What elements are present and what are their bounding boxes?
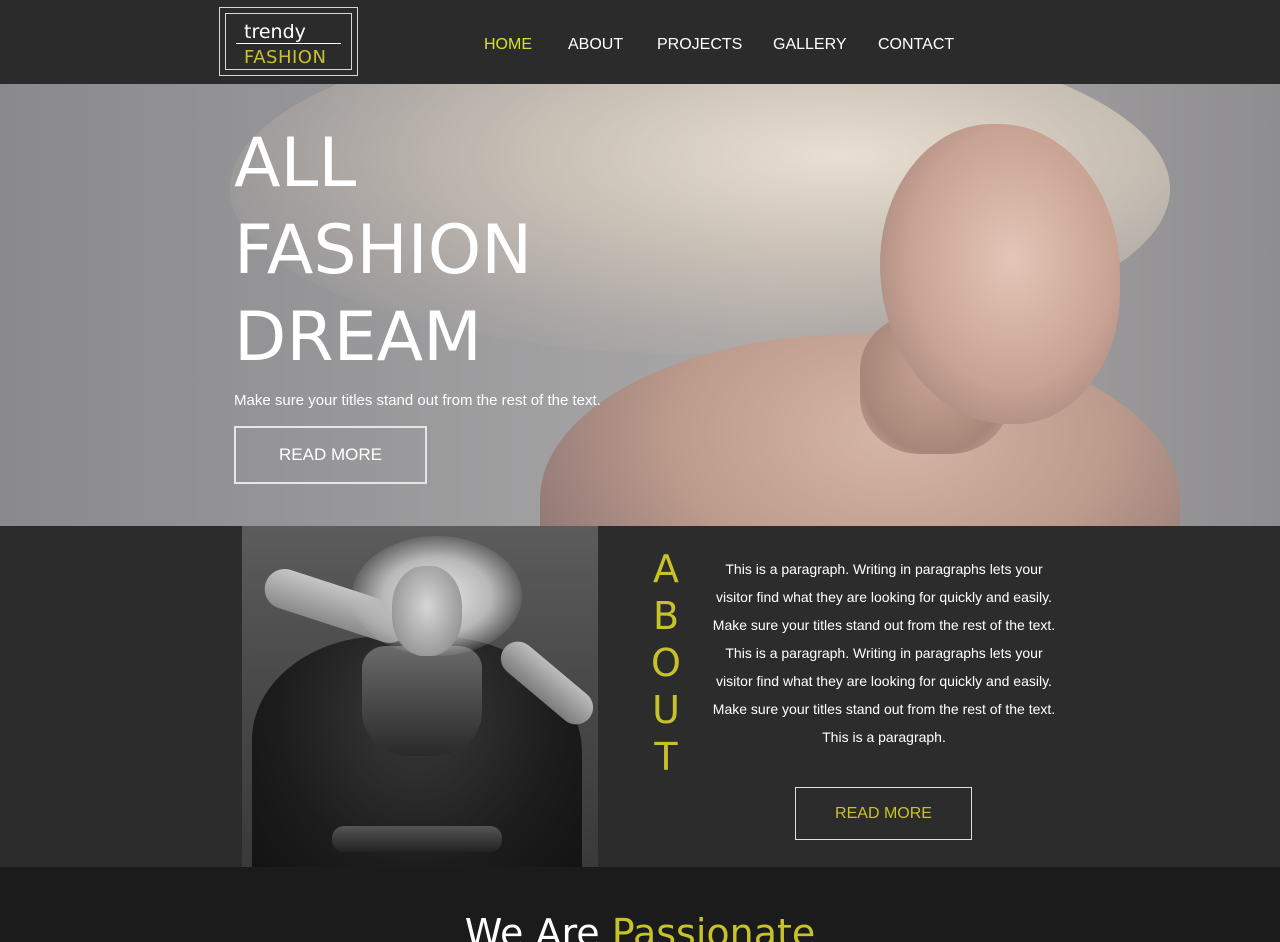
hero-title-line: DREAM [234,298,482,377]
nav-item-projects[interactable]: PROJECTS [657,36,742,54]
about-photo [242,526,598,867]
nav-item-about[interactable]: ABOUT [568,36,623,54]
hero-title-line: ALL [234,124,357,203]
about-heading-letter: B [652,594,680,638]
about-heading-letter: U [652,688,680,732]
hero-read-more-button[interactable]: READ MORE [234,426,427,484]
about-section: A B O U T This is a paragraph. Writing i… [0,526,1280,867]
logo-text-fashion: FASHION [244,47,327,68]
about-heading-letter: A [653,547,679,591]
hero-title-line: FASHION [234,211,533,290]
passion-title-part2: Passionate [611,911,816,942]
nav-item-contact[interactable]: CONTACT [878,36,954,54]
passion-title: We Are Passionate [0,911,1280,942]
about-vertical-heading: A B O U T [645,546,687,781]
about-read-more-button[interactable]: READ MORE [795,787,972,840]
hero-title: ALL FASHION DREAM [234,120,532,381]
nav-item-gallery[interactable]: GALLERY [773,36,847,54]
about-paragraph: This is a paragraph. Writing in paragrap… [712,561,1056,745]
logo-inner-frame: trendy FASHION [225,13,352,70]
logo[interactable]: trendy FASHION [219,7,358,76]
site-header: trendy FASHION HOME ABOUT PROJECTS GALLE… [0,0,1280,84]
hero-subtitle: Make sure your titles stand out from the… [234,392,601,409]
hero-banner: ALL FASHION DREAM Make sure your titles … [0,84,1280,526]
about-photo-belt [332,826,502,852]
about-photo-face [392,566,462,656]
about-heading-letter: T [654,735,678,779]
about-photo-collar [362,646,482,756]
about-heading-letter: O [651,641,681,685]
nav-item-home[interactable]: HOME [484,36,532,54]
passion-section: We Are Passionate [0,867,1280,942]
passion-title-part1: We Are [464,911,600,942]
logo-text-trendy: trendy [244,21,306,43]
logo-divider [236,43,341,44]
